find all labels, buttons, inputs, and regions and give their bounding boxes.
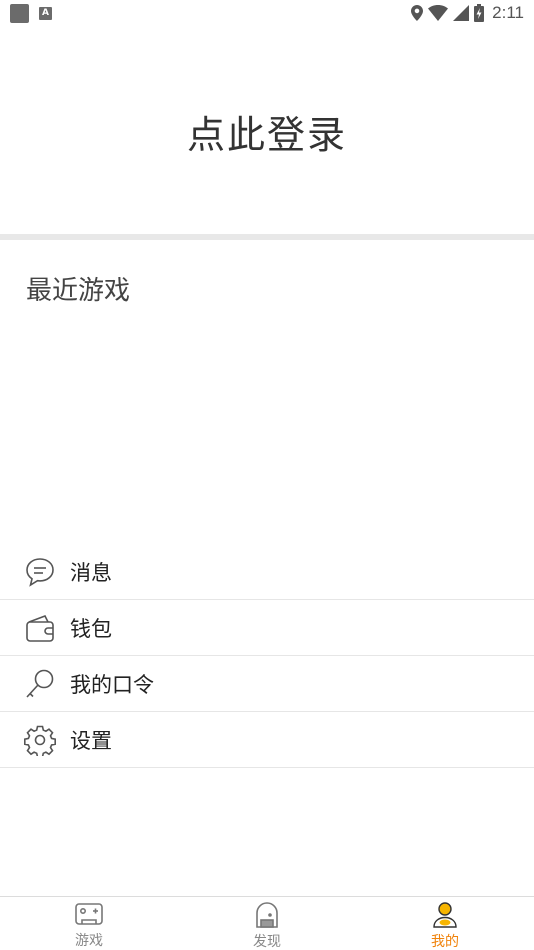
tab-label-games: 游戏 <box>75 933 103 949</box>
status-time: 2:11 <box>492 3 524 22</box>
gamepad-icon <box>74 901 104 928</box>
menu-item-wallet[interactable]: 钱包 <box>0 600 534 656</box>
tab-label-mine: 我的 <box>431 934 459 950</box>
menu-label-my-code: 我的口令 <box>70 672 154 697</box>
tab-label-discover: 发现 <box>253 934 281 950</box>
menu-item-my-code[interactable]: 我的口令 <box>0 656 534 712</box>
menu-item-messages[interactable]: 消息 <box>0 544 534 600</box>
location-icon <box>411 5 424 21</box>
login-area[interactable]: 点此登录 <box>0 28 534 234</box>
menu-item-settings[interactable]: 设置 <box>0 712 534 768</box>
tab-mine[interactable]: 我的 <box>356 897 534 950</box>
user-icon <box>430 901 460 929</box>
menu-list: 消息 钱包 我的口令 设置 <box>0 544 534 768</box>
gear-icon <box>23 723 57 757</box>
signal-icon <box>453 5 470 21</box>
section-divider <box>0 234 534 240</box>
recent-games-title: 最近游戏 <box>26 276 131 306</box>
login-button[interactable]: 点此登录 <box>187 104 347 159</box>
notification-square-icon <box>10 4 29 23</box>
wifi-icon <box>428 5 449 21</box>
bottom-tab-bar: 游戏 发现 我的 <box>0 896 534 950</box>
menu-label-settings: 设置 <box>70 728 112 753</box>
wallet-icon <box>23 611 57 645</box>
tab-discover[interactable]: 发现 <box>178 897 356 950</box>
tab-games[interactable]: 游戏 <box>0 897 178 950</box>
a-icon: A <box>39 7 52 20</box>
key-icon <box>23 667 57 701</box>
message-bubble-icon <box>23 555 57 589</box>
status-bar: A 2:11 <box>0 0 534 28</box>
menu-label-messages: 消息 <box>70 560 112 585</box>
battery-charging-icon <box>474 4 485 22</box>
menu-label-wallet: 钱包 <box>70 616 112 641</box>
discover-icon <box>252 901 282 929</box>
